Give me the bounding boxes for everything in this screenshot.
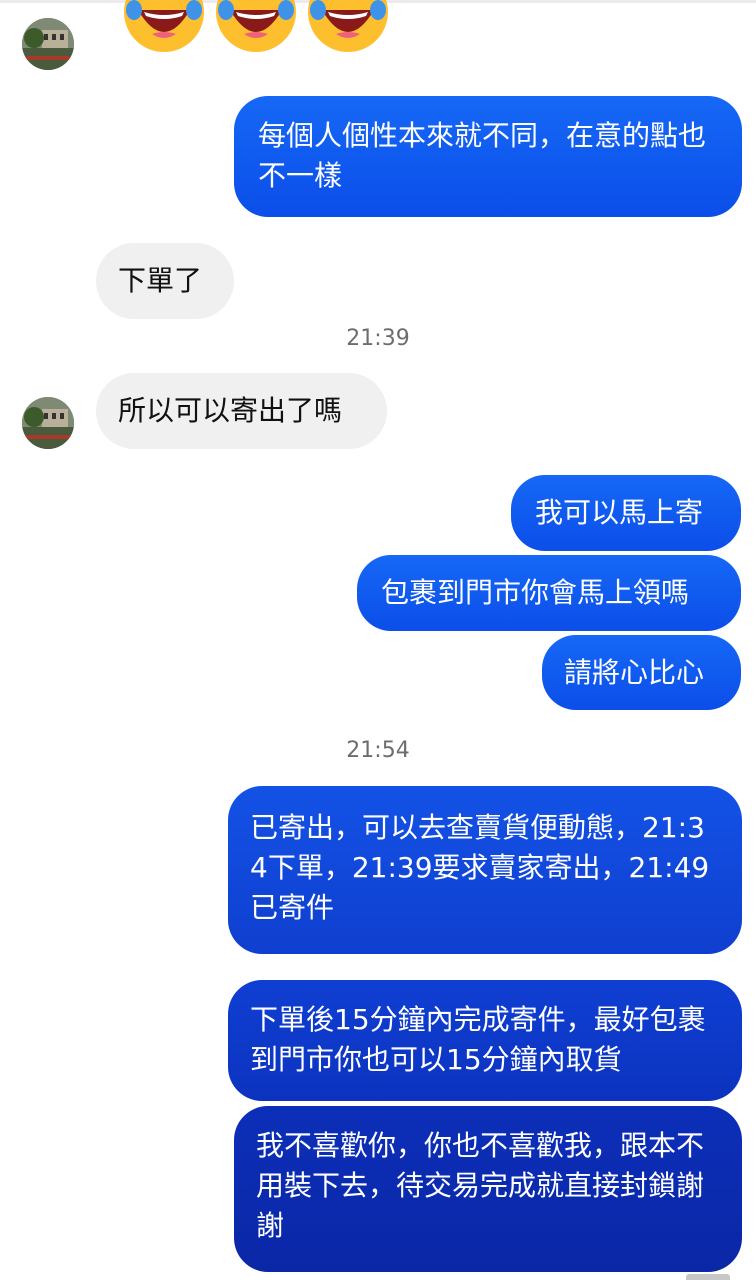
contact-avatar[interactable] [22, 397, 74, 449]
outgoing-message[interactable]: 已寄出，可以去查賣貨便動態，21:34下單，21:39要求賣家寄出，21:49已… [228, 786, 742, 954]
message-text: 已寄出，可以去查賣貨便動態，21:34下單，21:39要求賣家寄出，21:49已… [250, 811, 710, 924]
avatar-photo-icon [22, 18, 74, 70]
next-element-edge [686, 1274, 730, 1280]
timestamp: 21:39 [346, 326, 410, 351]
contact-avatar[interactable] [22, 18, 74, 70]
outgoing-message[interactable]: 下單後15分鐘內完成寄件，最好包裹到門市你也可以15分鐘內取貨 [228, 980, 742, 1101]
message-text: 我不喜歡你，你也不喜歡我，跟本不用裝下去，待交易完成就直接封鎖謝謝 [256, 1129, 705, 1242]
message-text: 每個人個性本來就不同，在意的點也不一樣 [258, 119, 707, 192]
message-text: 請將心比心 [564, 656, 705, 689]
incoming-message[interactable]: 下單了 [96, 243, 234, 319]
message-text: 包裹到門市你會馬上領嗎 [381, 576, 690, 609]
message-text: 所以可以寄出了嗎 [118, 394, 343, 427]
timestamp: 21:54 [346, 738, 410, 763]
outgoing-message[interactable]: 我可以馬上寄 [511, 475, 741, 551]
outgoing-message[interactable]: 包裹到門市你會馬上領嗎 [357, 555, 741, 631]
outgoing-message[interactable]: 我不喜歡你，你也不喜歡我，跟本不用裝下去，待交易完成就直接封鎖謝謝 [234, 1106, 742, 1272]
message-text: 下單後15分鐘內完成寄件，最好包裹到門市你也可以15分鐘內取貨 [250, 1003, 706, 1076]
message-text: 下單了 [118, 264, 203, 297]
message-text: 我可以馬上寄 [535, 496, 704, 529]
laughing-emoji-icon [216, 0, 296, 52]
incoming-message[interactable]: 所以可以寄出了嗎 [96, 373, 387, 449]
laughing-emoji-icon [124, 0, 204, 52]
outgoing-message[interactable]: 請將心比心 [542, 635, 741, 710]
laughing-emoji-icon [308, 0, 388, 52]
outgoing-message[interactable]: 每個人個性本來就不同，在意的點也不一樣 [234, 96, 742, 217]
avatar-photo-icon [22, 397, 74, 449]
